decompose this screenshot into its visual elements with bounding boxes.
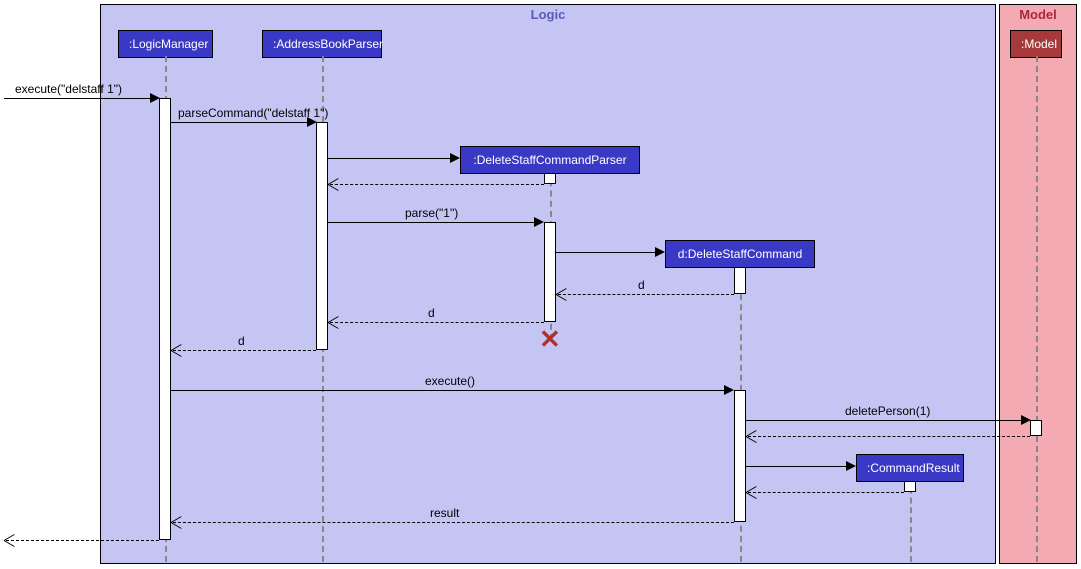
participant-address-book-parser: :AddressBookParser xyxy=(262,30,382,58)
arrowhead-result xyxy=(171,517,181,527)
participant-delete-staff-command: d:DeleteStaffCommand xyxy=(665,240,815,268)
msg-execute-delstaff: execute("delstaff 1") xyxy=(15,82,122,96)
arrow-parse1 xyxy=(328,222,538,223)
msg-parse1: parse("1") xyxy=(405,206,458,220)
arrow-create-dsc xyxy=(556,252,660,253)
msg-d1: d xyxy=(638,278,645,292)
model-frame: Model xyxy=(999,4,1077,564)
arrow-return-model xyxy=(748,436,1030,437)
logic-frame-label: Logic xyxy=(523,5,574,24)
arrow-return-external xyxy=(6,540,159,541)
arrow-return-d1 xyxy=(558,294,734,295)
msg-execute: execute() xyxy=(425,374,475,388)
arrow-result xyxy=(173,522,734,523)
arrowhead-execute-delstaff xyxy=(150,93,160,103)
activation-logic-manager xyxy=(159,98,171,540)
participant-model: :Model xyxy=(1010,30,1062,58)
arrowhead-return-cr xyxy=(746,487,756,497)
arrowhead-parse-command xyxy=(307,117,317,127)
participant-logic-manager: :LogicManager xyxy=(118,30,213,58)
arrowhead-delete-person xyxy=(1021,415,1031,425)
arrowhead-return-external xyxy=(4,535,14,545)
msg-delete-person: deletePerson(1) xyxy=(845,404,930,418)
arrow-create-cr xyxy=(746,466,852,467)
activation-model xyxy=(1030,420,1042,436)
destroy-x-icon: ✕ xyxy=(539,324,561,355)
arrowhead-execute xyxy=(724,385,734,395)
arrow-parse-command xyxy=(171,122,311,123)
lifeline-model xyxy=(1036,56,1038,562)
participant-command-result: :CommandResult xyxy=(856,454,964,482)
arrow-return-dscp-create xyxy=(330,184,544,185)
activation-dsc-execute xyxy=(734,390,746,522)
activation-dscp-parse xyxy=(544,222,556,322)
arrowhead-parse1 xyxy=(534,217,544,227)
arrow-return-cr xyxy=(748,492,904,493)
activation-address-book-parser xyxy=(316,122,328,350)
arrowhead-create-dscp xyxy=(450,153,460,163)
arrow-delete-person xyxy=(746,420,1026,421)
msg-d3: d xyxy=(238,334,245,348)
arrowhead-return-d2 xyxy=(328,317,338,327)
arrow-return-d3 xyxy=(173,350,316,351)
arrowhead-create-dsc xyxy=(655,247,665,257)
arrowhead-return-model xyxy=(746,431,756,441)
arrow-execute-delstaff xyxy=(4,98,154,99)
arrowhead-return-dscp-create xyxy=(328,179,338,189)
msg-result: result xyxy=(430,506,459,520)
arrow-execute xyxy=(171,390,729,391)
model-frame-label: Model xyxy=(1011,5,1065,24)
msg-d2: d xyxy=(428,306,435,320)
msg-parse-command: parseCommand("delstaff 1") xyxy=(178,106,328,120)
arrowhead-create-cr xyxy=(846,461,856,471)
arrow-create-dscp xyxy=(328,158,455,159)
participant-delete-staff-command-parser: :DeleteStaffCommandParser xyxy=(460,146,640,174)
arrow-return-d2 xyxy=(330,322,544,323)
arrowhead-return-d3 xyxy=(171,345,181,355)
arrowhead-return-d1 xyxy=(556,289,566,299)
